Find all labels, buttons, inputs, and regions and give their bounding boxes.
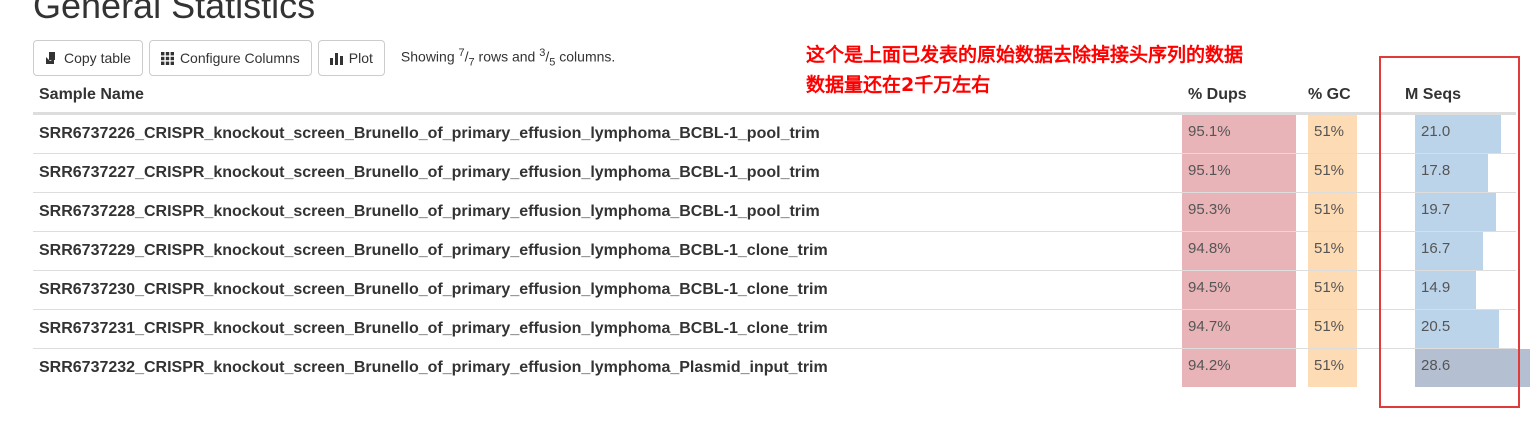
dups-value: 95.1% [1188,162,1231,179]
table-row: SRR6737232_CRISPR_knockout_screen_Brunel… [33,348,1530,387]
header-dups[interactable]: % Dups [1182,77,1302,115]
general-statistics-table: Sample Name % Dups % GC M Seqs SRR673722… [33,77,1530,387]
dups-value: 94.8% [1188,240,1231,257]
dups-value: 94.2% [1188,357,1231,374]
dups-value: 94.7% [1188,318,1231,335]
dups-value: 95.1% [1188,123,1231,140]
dups-value: 95.3% [1188,201,1231,218]
page-title: General Statistics [33,0,316,26]
sample-name-cell: SRR6737229_CRISPR_knockout_screen_Brunel… [33,231,1182,271]
table-row: SRR6737226_CRISPR_knockout_screen_Brunel… [33,114,1516,154]
showing-summary: Showing 7/7 rows and 3/5 columns. [400,47,616,69]
dups-cell: 95.1% [1182,153,1302,193]
configure-columns-button[interactable]: Configure Columns [148,40,312,76]
rows-shown: 7 [458,47,465,60]
cols-shown: 3 [539,47,546,60]
plot-button[interactable]: Plot [317,40,385,76]
header-sample-name[interactable]: Sample Name [33,77,1182,115]
plot-label: Plot [348,50,373,66]
table-row: SRR6737229_CRISPR_knockout_screen_Brunel… [33,231,1516,271]
table-toolbar: Copy table Configure Columns Plot Showin… [33,40,615,76]
sample-name-cell: SRR6737232_CRISPR_knockout_screen_Brunel… [33,348,1182,387]
table-row: SRR6737231_CRISPR_knockout_screen_Brunel… [33,309,1516,349]
dups-cell: 95.1% [1182,114,1302,154]
gc-value: 51% [1314,123,1345,140]
table-header-row: Sample Name % Dups % GC M Seqs [33,77,1516,115]
configure-columns-label: Configure Columns [179,50,300,66]
dups-value: 94.5% [1188,279,1231,296]
red-highlight-box [1379,56,1520,408]
sample-name-cell: SRR6737230_CRISPR_knockout_screen_Brunel… [33,270,1182,310]
gc-value: 51% [1314,240,1345,257]
dups-cell: 95.3% [1182,192,1302,232]
sample-name-cell: SRR6737227_CRISPR_knockout_screen_Brunel… [33,153,1182,193]
table-row: SRR6737228_CRISPR_knockout_screen_Brunel… [33,192,1516,232]
annotation-line-1: 这个是上面已发表的原始数据去除掉接头序列的数据 [806,44,1244,66]
dups-cell: 94.2% [1182,348,1302,387]
table-row: SRR6737227_CRISPR_knockout_screen_Brunel… [33,153,1516,193]
copy-table-label: Copy table [64,50,131,66]
dups-cell: 94.5% [1182,270,1302,310]
gc-value: 51% [1314,357,1345,374]
copy-icon [45,51,59,65]
sample-name-cell: SRR6737228_CRISPR_knockout_screen_Brunel… [33,192,1182,232]
copy-table-button[interactable]: Copy table [33,40,143,76]
grid-icon [161,51,175,65]
gc-value: 51% [1314,279,1345,296]
bar-chart-icon [330,51,344,65]
sample-name-cell: SRR6737226_CRISPR_knockout_screen_Brunel… [39,125,820,142]
gc-value: 51% [1314,162,1345,179]
gc-value: 51% [1314,201,1345,218]
gc-value: 51% [1314,318,1345,335]
dups-cell: 94.8% [1182,231,1302,271]
sample-name-cell: SRR6737231_CRISPR_knockout_screen_Brunel… [33,309,1182,349]
dups-cell: 94.7% [1182,309,1302,349]
table-row: SRR6737230_CRISPR_knockout_screen_Brunel… [33,270,1516,310]
